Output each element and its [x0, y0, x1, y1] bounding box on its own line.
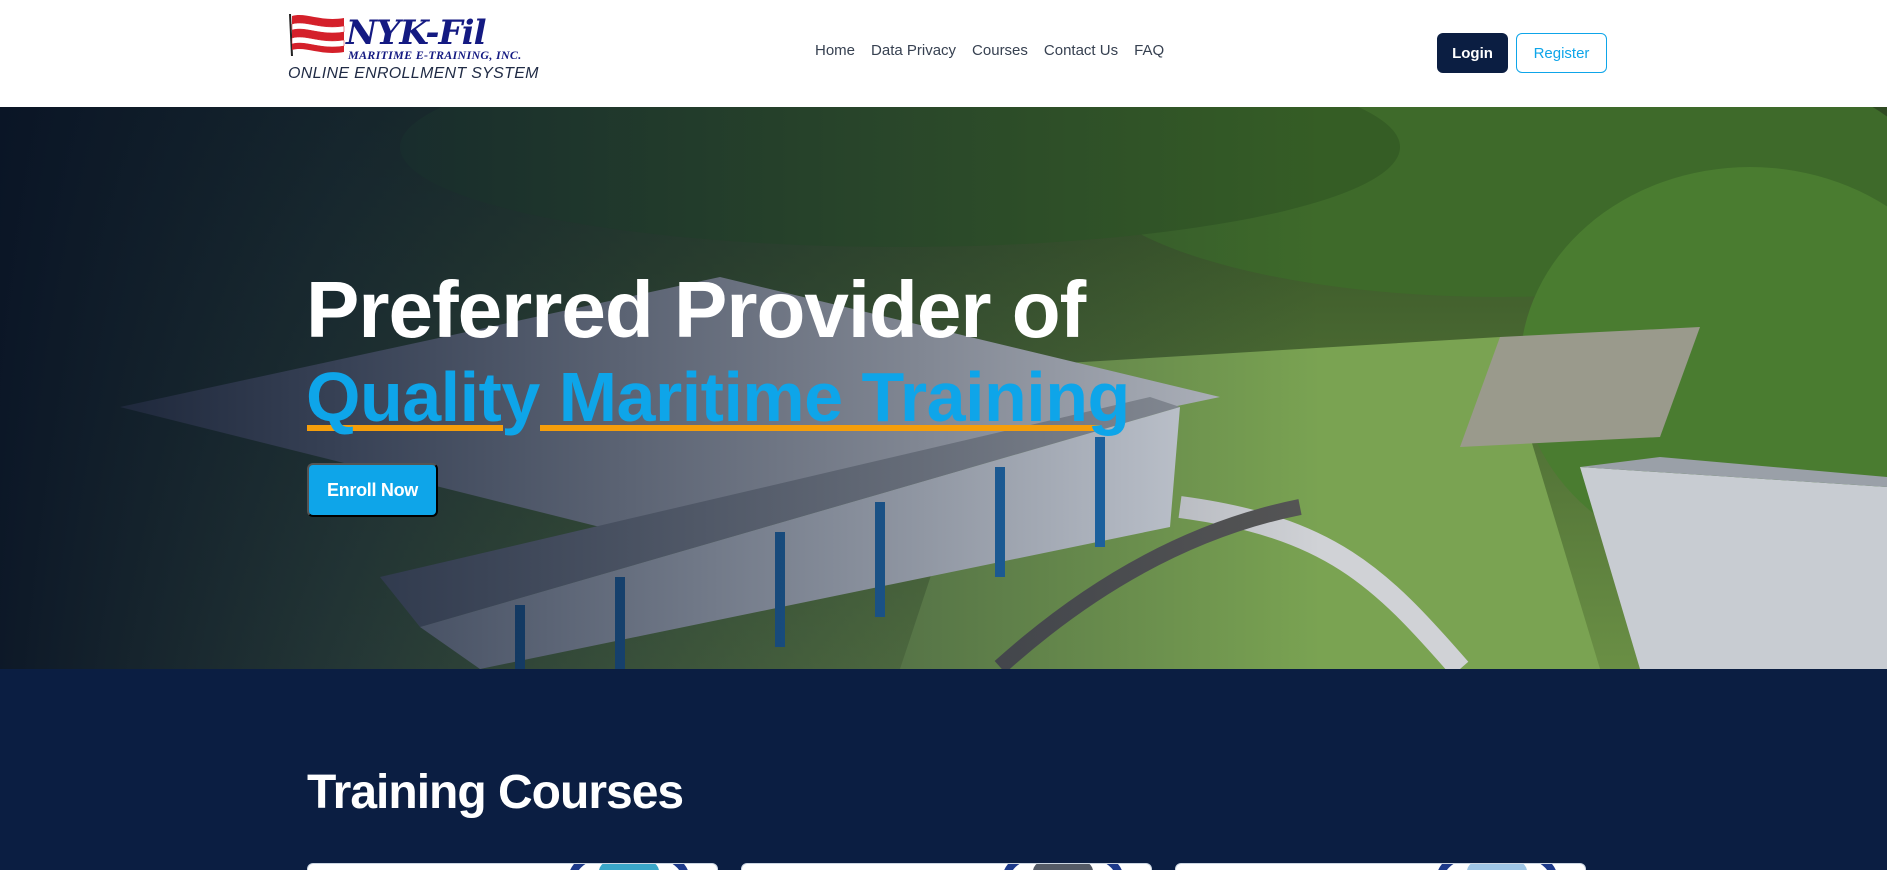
enroll-now-button[interactable]: Enroll Now — [307, 463, 438, 517]
course-card[interactable] — [307, 863, 718, 870]
logo-brand-text: NYK-Fil — [346, 13, 487, 53]
register-button[interactable]: Register — [1516, 33, 1607, 73]
main-nav: Home Data Privacy Courses Contact Us FAQ — [815, 42, 1164, 59]
login-button[interactable]: Login — [1437, 33, 1508, 73]
course-emblem-inner — [1033, 864, 1093, 870]
system-name: ONLINE ENROLLMENT SYSTEM — [288, 65, 539, 82]
flag-icon — [289, 13, 345, 56]
site-logo[interactable]: NYK-Fil MARITIME E-TRAINING, INC. ONLINE… — [286, 12, 539, 86]
hero-banner: Preferred Provider of Quality Maritime T… — [0, 107, 1887, 669]
course-emblem-inner — [1467, 864, 1527, 870]
hero-title-line2: Quality Maritime Training — [306, 358, 1130, 436]
site-header: NYK-Fil MARITIME E-TRAINING, INC. ONLINE… — [0, 0, 1887, 107]
section-title: Training Courses — [307, 766, 684, 819]
nav-courses[interactable]: Courses — [972, 42, 1028, 59]
course-card[interactable] — [741, 863, 1152, 870]
training-courses-section: Training Courses — [0, 669, 1887, 870]
nav-home[interactable]: Home — [815, 42, 855, 59]
hero-title-line1: Preferred Provider of — [306, 265, 1086, 354]
nav-faq[interactable]: FAQ — [1134, 42, 1164, 59]
nav-contact-us[interactable]: Contact Us — [1044, 42, 1118, 59]
course-emblem-inner — [599, 864, 659, 870]
course-card[interactable] — [1175, 863, 1586, 870]
logo-subtitle: MARITIME E-TRAINING, INC. — [348, 48, 522, 62]
nav-data-privacy[interactable]: Data Privacy — [871, 42, 956, 59]
